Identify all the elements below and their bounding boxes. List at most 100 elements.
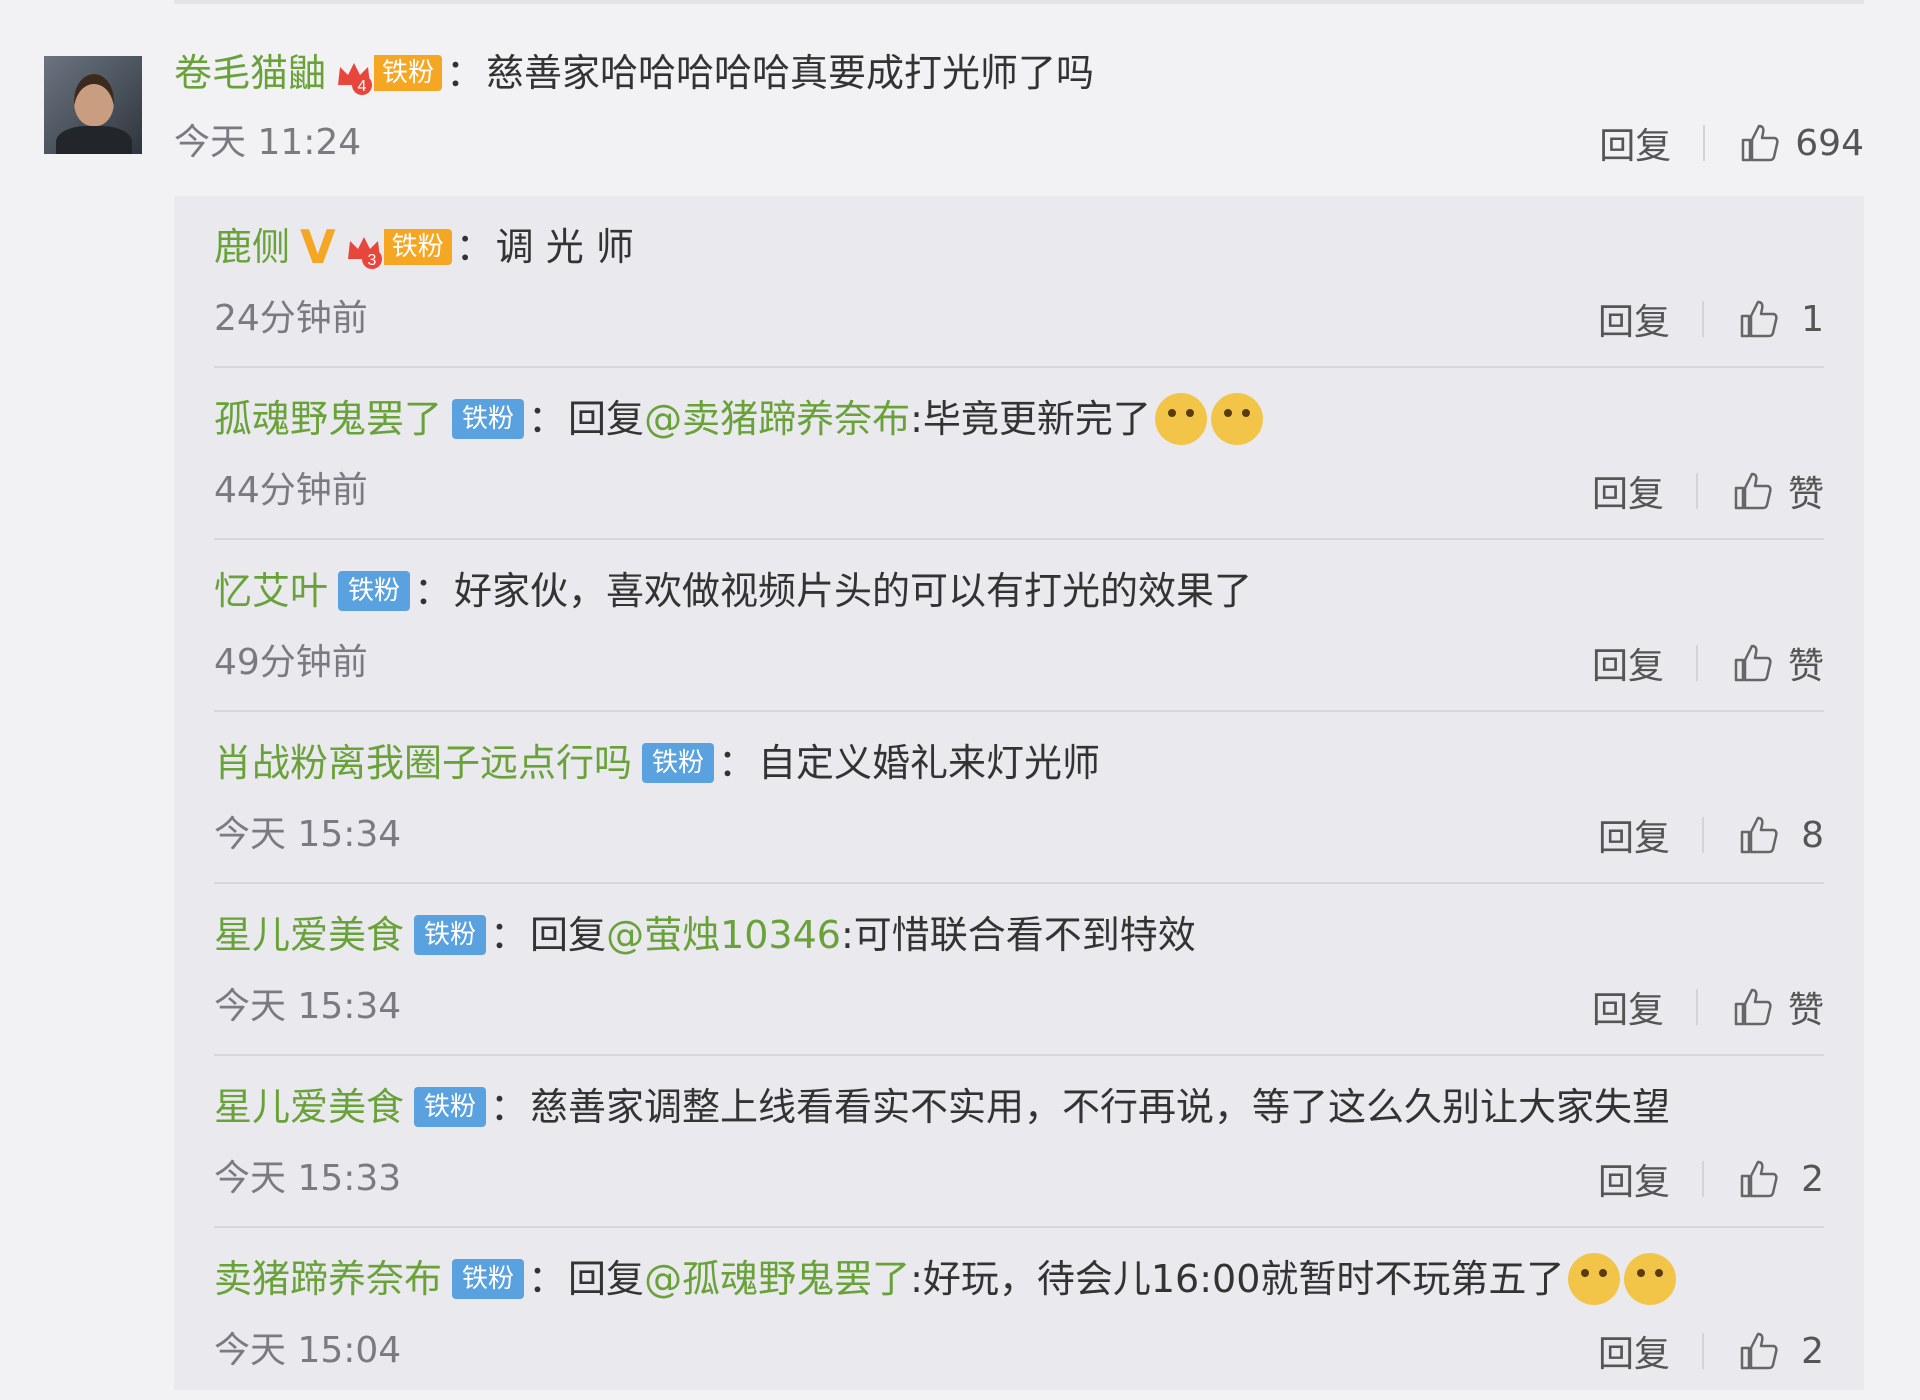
timestamp: 今天 15:34 [214,814,402,855]
like-label[interactable]: 赞 [1788,465,1824,517]
comment-text: 自定义婚礼来灯光师 [758,741,1101,785]
username[interactable]: 忆艾叶 [214,562,328,620]
reply-meta: 今天 15:34 回复 赞 [214,978,1824,1036]
top-divider [174,0,1864,4]
username[interactable]: 卖猪蹄养奈布 [214,1250,442,1308]
action-separator [1702,817,1704,853]
reply-actions: 回复 赞 [1592,462,1824,520]
reply-line: 孤魂野鬼罢了 铁粉 ： 回复 @卖猪蹄养奈布 :毕竟更新完了 [214,390,1263,448]
action-separator [1695,989,1698,1025]
reply-item: 孤魂野鬼罢了 铁粉 ： 回复 @卖猪蹄养奈布 :毕竟更新完了 44分钟前 回复 … [214,368,1824,540]
action-separator [1695,645,1698,681]
reply-button[interactable]: 回复 [1598,809,1670,861]
reply-button[interactable]: 回复 [1598,293,1670,345]
reply-item: 星儿爱美食 铁粉 ： 回复 @萤烛10346 :可惜联合看不到特效 今天 15:… [214,884,1824,1056]
fan-badge[interactable]: 铁粉 [414,915,487,955]
reply-line: 卖猪蹄养奈布 铁粉 ： 回复 @孤魂野鬼罢了 :好玩，待会儿16:00就暂时不玩… [214,1250,1677,1308]
action-separator [1702,1333,1704,1369]
timestamp: 今天 11:24 [174,122,362,163]
fan-badge[interactable]: 铁粉 [452,399,525,439]
fan-badge[interactable]: 铁粉 [452,1259,525,1299]
username[interactable]: 肖战粉离我圈子远点行吗 [214,734,632,792]
crown-icon: 4 [334,53,374,95]
reply-button[interactable]: 回复 [1592,637,1664,689]
comment-text: 调 光 师 [495,225,634,269]
reply-prefix: 回复 [568,1257,645,1301]
comment-text: :好玩，待会儿16:00就暂时不玩第五了 [910,1257,1565,1301]
comment-page: 卷毛猫鼬 4 铁粉 ： 慈善家哈哈哈哈哈真要成打光师了吗 今天 11:24 回复 [0,0,1920,1390]
action-separator [1703,125,1706,161]
fan-badge[interactable]: 铁粉 [642,743,715,783]
reply-meta: 今天 15:04 回复 2 [214,1322,1824,1380]
dog-face-emoji-icon [1568,1253,1621,1305]
comment-actions: 回复 694 [1599,114,1864,172]
username[interactable]: 孤魂野鬼罢了 [214,390,442,448]
timestamp: 24分钟前 [214,298,368,339]
reply-item: 忆艾叶 铁粉 ： 好家伙，喜欢做视频片头的可以有打光的效果了 49分钟前 回复 … [214,540,1824,712]
action-separator [1695,473,1698,509]
reply-actions: 回复 1 [1598,290,1824,348]
reply-meta: 44分钟前 回复 赞 [214,462,1824,520]
main-comment: 卷毛猫鼬 4 铁粉 ： 慈善家哈哈哈哈哈真要成打光师了吗 今天 11:24 回复 [174,44,1864,172]
reply-item: 卖猪蹄养奈布 铁粉 ： 回复 @孤魂野鬼罢了 :好玩，待会儿16:00就暂时不玩… [214,1228,1824,1400]
action-separator [1702,1161,1704,1197]
username[interactable]: 星儿爱美食 [214,906,404,964]
thumbs-up-icon[interactable] [1736,812,1782,858]
reply-button[interactable]: 回复 [1598,1325,1670,1377]
thumbs-up-icon[interactable] [1730,640,1776,686]
reply-meta: 24分钟前 回复 1 [214,290,1824,348]
main-comment-meta: 今天 11:24 回复 694 [174,114,1864,172]
reply-button[interactable]: 回复 [1592,465,1664,517]
thumbs-up-icon[interactable] [1737,120,1783,166]
mention-link[interactable]: @萤烛10346 [606,906,841,964]
fan-badge[interactable]: 铁粉 [414,1087,487,1127]
reply-button[interactable]: 回复 [1598,1153,1670,1205]
username[interactable]: 星儿爱美食 [214,1078,404,1136]
reply-actions: 回复 赞 [1592,634,1824,692]
comment-text: 慈善家哈哈哈哈哈真要成打光师了吗 [486,51,1095,95]
timestamp: 今天 15:34 [214,986,402,1027]
like-label[interactable]: 赞 [1788,981,1824,1033]
username[interactable]: 卷毛猫鼬 [174,44,326,102]
thumbs-up-icon[interactable] [1730,984,1776,1030]
main-comment-line: 卷毛猫鼬 4 铁粉 ： 慈善家哈哈哈哈哈真要成打光师了吗 [174,44,1864,102]
timestamp: 今天 15:04 [214,1330,402,1371]
reply-actions: 回复 2 [1598,1322,1824,1380]
like-count: 8 [1801,814,1824,856]
crown-fan-badge[interactable]: 4 铁粉 [334,53,443,95]
comment-text: 好家伙，喜欢做视频片头的可以有打光的效果了 [454,569,1253,613]
reply-line: 肖战粉离我圈子远点行吗 铁粉 ： 自定义婚礼来灯光师 [214,734,1100,792]
dog-face-emoji-icon [1624,1253,1677,1305]
fan-badge[interactable]: 铁粉 [338,571,411,611]
avatar-head [74,74,114,126]
thumbs-up-icon[interactable] [1730,468,1776,514]
mention-link[interactable]: @孤魂野鬼罢了 [644,1250,910,1308]
crown-fan-badge[interactable]: 3 铁粉 [344,227,452,269]
like-count: 1 [1801,298,1824,340]
verified-badge: V [300,220,336,274]
mention-link[interactable]: @卖猪蹄养奈布 [644,390,910,448]
like-label[interactable]: 赞 [1788,637,1824,689]
reply-line: 忆艾叶 铁粉 ： 好家伙，喜欢做视频片头的可以有打光的效果了 [214,562,1252,620]
crown-icon: 3 [344,227,384,269]
comment-text: :毕竟更新完了 [910,397,1151,441]
avatar[interactable] [44,56,142,154]
dog-face-emoji-icon [1154,393,1207,445]
badge-label: 铁粉 [383,229,452,265]
timestamp: 今天 15:33 [214,1158,402,1199]
thumbs-up-icon[interactable] [1736,296,1782,342]
reply-meta: 今天 15:34 回复 8 [214,806,1824,864]
like-count: 694 [1795,122,1864,164]
thumbs-up-icon[interactable] [1736,1328,1782,1374]
comment-text: :可惜联合看不到特效 [840,913,1196,957]
reply-line: 星儿爱美食 铁粉 ： 慈善家调整上线看看实不实用，不行再说，等了这么久别让大家失… [214,1078,1670,1136]
like-count: 2 [1801,1158,1824,1200]
username[interactable]: 鹿侧 [214,218,290,276]
timestamp: 49分钟前 [214,642,368,683]
reply-item: 鹿侧 V 3 铁粉 ： 调 光 师 24分钟前 回复 1 [214,196,1824,368]
dog-face-emoji-icon [1210,393,1263,445]
timestamp: 44分钟前 [214,470,368,511]
thumbs-up-icon[interactable] [1736,1156,1782,1202]
reply-button[interactable]: 回复 [1599,117,1671,169]
reply-button[interactable]: 回复 [1592,981,1664,1033]
